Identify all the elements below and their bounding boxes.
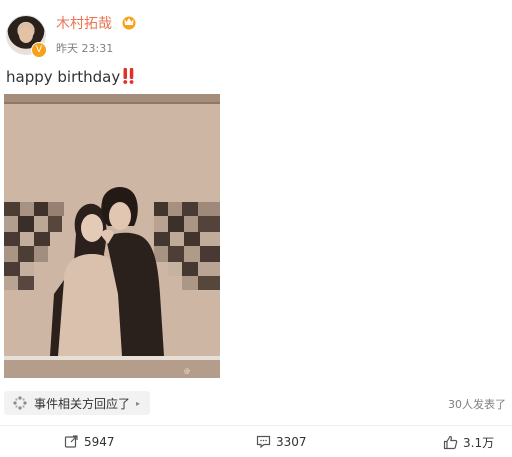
svg-text:@: @: [184, 368, 190, 375]
thumbs-up-icon: [443, 435, 458, 450]
divider: [0, 425, 512, 426]
comment-count: 3307: [276, 434, 307, 449]
repost-count: 5947: [84, 434, 115, 449]
post-time: 昨天 23:31: [56, 42, 114, 55]
event-response-link[interactable]: 事件相关方回应了 ▸: [4, 391, 151, 415]
vip-crown-icon: [122, 16, 136, 30]
comment-icon: [256, 435, 271, 449]
verified-badge-icon: V: [31, 42, 47, 58]
action-bar: 5947 3307 3.1万: [0, 430, 512, 456]
event-bar: 事件相关方回应了 ▸ 30人发表了: [0, 389, 512, 417]
avatar-face: [19, 27, 33, 43]
comment-button[interactable]: 3307: [256, 434, 307, 449]
post-text-body: happy birthday: [6, 68, 121, 86]
repost-icon: [64, 435, 78, 448]
chevron-right-icon: ▸: [136, 398, 141, 408]
post-photo-image: @: [4, 94, 220, 378]
event-label: 事件相关方回应了: [34, 396, 131, 411]
like-button[interactable]: 3.1万: [443, 434, 494, 451]
repost-button[interactable]: 5947: [64, 434, 115, 449]
post-text: happy birthday: [6, 67, 135, 86]
like-count: 3.1万: [463, 436, 495, 450]
double-exclamation-icon: [123, 68, 134, 84]
author-name[interactable]: 木村拓哉: [56, 13, 112, 33]
post-header: V 木村拓哉 昨天 23:31: [0, 0, 512, 62]
event-spark-icon: [13, 396, 27, 410]
post-photo[interactable]: @: [4, 94, 220, 378]
comments-note[interactable]: 30人发表了: [448, 396, 506, 412]
